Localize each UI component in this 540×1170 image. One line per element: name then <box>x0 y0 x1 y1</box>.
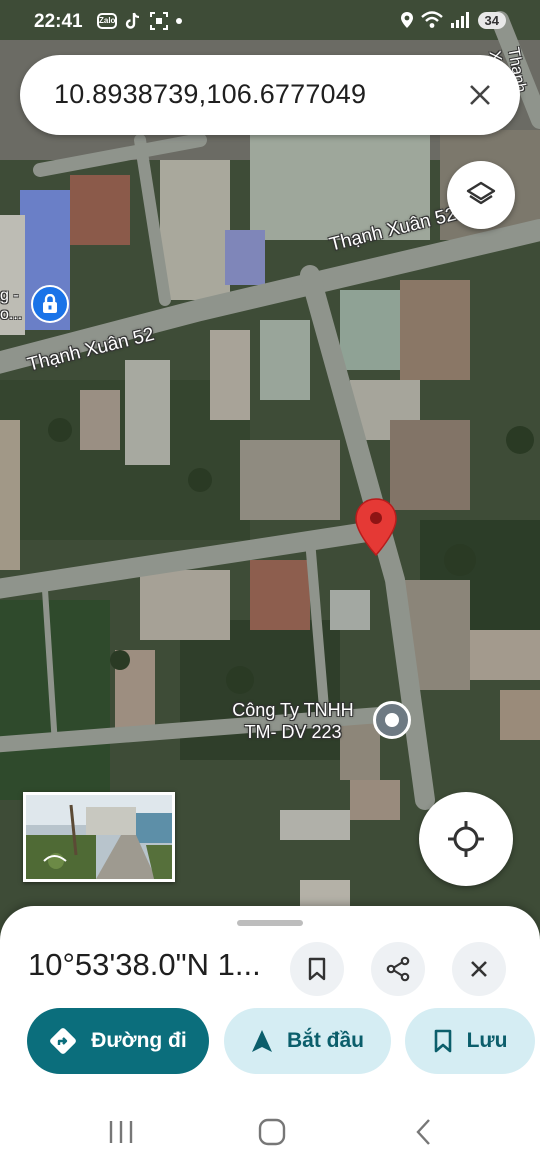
search-input[interactable]: 10.8938739,106.6777049 <box>54 79 366 110</box>
lock-icon <box>43 294 57 313</box>
close-sheet-button[interactable] <box>452 942 506 996</box>
start-button[interactable]: Bắt đầu <box>224 1008 391 1074</box>
system-nav-bar <box>0 1090 540 1170</box>
home-icon <box>258 1118 286 1146</box>
bookmark-button[interactable] <box>290 942 344 996</box>
close-icon <box>470 85 490 105</box>
lock-poi-marker[interactable] <box>31 285 69 323</box>
directions-button[interactable]: Đường đi <box>27 1008 209 1074</box>
save-label: Lưu <box>466 1029 508 1052</box>
back-icon <box>416 1119 430 1145</box>
crosshair-icon <box>448 821 484 857</box>
dot-icon <box>176 18 182 24</box>
home-button[interactable] <box>252 1112 292 1152</box>
location-icon <box>400 12 413 28</box>
tiktok-icon <box>124 12 142 30</box>
street-view-photo <box>26 795 172 879</box>
directions-icon <box>50 1028 77 1054</box>
status-time: 22:41 <box>34 11 83 32</box>
street-view-thumbnail[interactable] <box>23 792 175 882</box>
map-layers-button[interactable] <box>447 161 515 229</box>
poi-marker-cong-ty[interactable] <box>373 701 411 739</box>
navigation-arrow-icon <box>251 1030 272 1052</box>
start-label: Bắt đầu <box>286 1029 364 1052</box>
layers-icon <box>466 181 496 205</box>
search-bar[interactable]: 10.8938739,106.6777049 <box>20 55 520 135</box>
clear-search-button[interactable] <box>462 77 498 113</box>
share-icon <box>386 956 410 982</box>
save-button[interactable]: Lưu <box>405 1008 535 1074</box>
directions-label: Đường đi <box>91 1029 187 1052</box>
coordinates-title: 10°53'38.0"N 1... <box>28 947 261 982</box>
left-poi-label: g - o... <box>0 287 23 323</box>
zalo-icon: Zalo <box>97 12 117 30</box>
close-icon <box>471 961 487 977</box>
status-bar: 22:41 Zalo 34 <box>0 0 540 46</box>
circle-dot-icon <box>385 713 399 727</box>
sheet-drag-handle[interactable] <box>237 920 303 926</box>
wifi-icon <box>420 11 443 28</box>
dropped-pin-marker[interactable] <box>354 497 398 557</box>
poi-label-cong-ty[interactable]: Công Ty TNHH TM- DV 223 <box>218 699 368 743</box>
battery-icon: 34 <box>477 11 506 29</box>
my-location-button[interactable] <box>419 792 513 886</box>
share-button[interactable] <box>371 942 425 996</box>
bookmark-icon <box>434 1029 451 1053</box>
screenshot-icon <box>150 12 168 30</box>
back-button[interactable] <box>404 1112 444 1152</box>
signal-icon <box>450 12 469 28</box>
recent-apps-button[interactable] <box>101 1112 141 1152</box>
recent-apps-icon <box>109 1121 133 1143</box>
bookmark-icon <box>308 957 326 981</box>
